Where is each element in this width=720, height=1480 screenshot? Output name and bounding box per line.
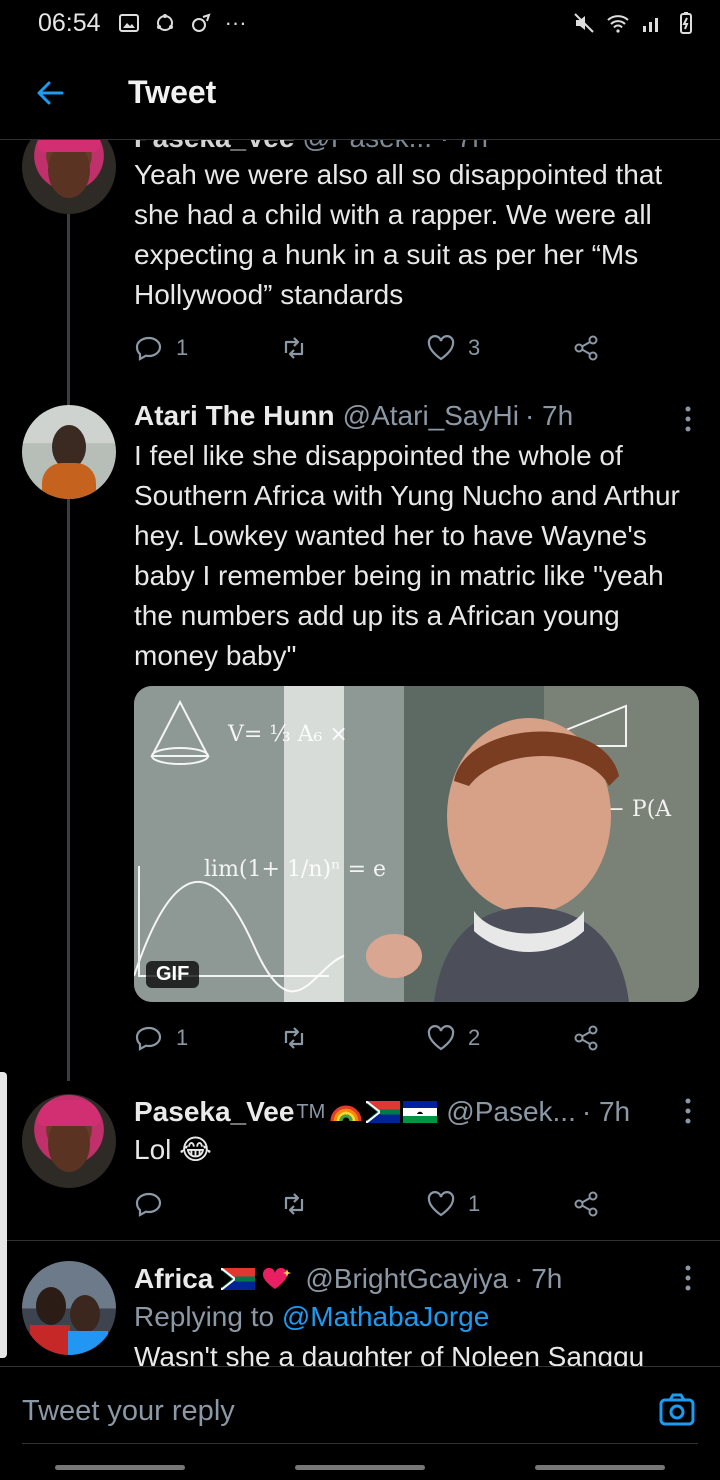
like-button[interactable]: 3 — [426, 333, 480, 363]
page-title: Tweet — [128, 74, 217, 110]
svg-text:lim(1+ 1/n)ⁿ = e: lim(1+ 1/n)ⁿ = e — [204, 857, 386, 882]
author-handle: @Pasek... — [446, 1096, 576, 1127]
reply-count: 1 — [176, 335, 189, 360]
author-handle: @Atari_SayHi — [342, 400, 519, 431]
more-icon[interactable] — [684, 1098, 692, 1124]
tweet-time: · 7h — [514, 1263, 563, 1294]
top-app-bar: Tweet — [0, 46, 720, 140]
reply-input[interactable]: Tweet your reply — [22, 1395, 235, 1428]
replying-to-label: Replying to — [134, 1301, 275, 1332]
tweet-time: · 7h — [524, 400, 574, 431]
replying-to-link[interactable]: @MathabaJorge — [282, 1301, 489, 1332]
retweet-icon — [284, 337, 304, 359]
reply-button[interactable]: 1 — [134, 1023, 188, 1053]
avatar[interactable] — [22, 405, 116, 499]
tweet-text: I feel like she disappointed the whole o… — [134, 440, 680, 671]
retweet-button[interactable] — [279, 1189, 309, 1219]
author-name[interactable]: Atari The Hunn — [134, 400, 335, 432]
like-icon — [427, 1025, 455, 1051]
retweet-button[interactable] — [279, 333, 309, 363]
back-arrow-icon — [37, 81, 64, 104]
share-button[interactable] — [571, 1023, 601, 1053]
more-icon[interactable] — [684, 1265, 692, 1291]
tweet-item[interactable]: Paseka_Vee TM @Pasek... · 7h Lol 😂 1 — [0, 1080, 720, 1240]
svg-text:V= ⅓ A₆ ×: V= ⅓ A₆ × — [227, 722, 348, 747]
thread-line — [67, 390, 70, 405]
gif-badge: GIF — [146, 961, 200, 988]
system-nav-bar — [0, 1465, 720, 1470]
author-handle: @BrightGcayiya — [305, 1263, 509, 1294]
math-lady-gif-image: V= ⅓ A₆ × lim(1+ 1/n)ⁿ = e (Ā)= 1− P(A — [134, 686, 699, 1002]
tweet-actions: 1 3 — [134, 328, 604, 368]
share-button[interactable] — [571, 333, 601, 363]
edge-panel-handle[interactable] — [0, 1072, 7, 1358]
reply-composer: Tweet your reply — [0, 1366, 720, 1480]
back-button[interactable] — [0, 46, 100, 140]
tweet-text: Lol 😂 — [134, 1134, 212, 1165]
sparkling-heart-icon — [263, 1268, 292, 1289]
nav-recents[interactable] — [55, 1465, 185, 1470]
thread-line — [67, 214, 70, 394]
rainbow-icon — [330, 1105, 362, 1122]
reply-input-underline — [22, 1443, 698, 1444]
reply-count: 1 — [176, 1025, 189, 1050]
share-button[interactable] — [571, 1189, 601, 1219]
camera-icon[interactable] — [658, 1391, 696, 1429]
tweet-actions: 1 2 — [134, 1018, 604, 1058]
author-name[interactable]: Paseka_Vee — [134, 1096, 294, 1128]
share-icon — [574, 1025, 598, 1051]
tweet-time: · 7h — [581, 1096, 631, 1127]
like-icon — [427, 335, 455, 361]
like-count: 1 — [468, 1191, 481, 1216]
trademark-label: TM — [296, 1100, 326, 1123]
reply-icon — [135, 336, 162, 361]
share-icon — [574, 335, 598, 361]
retweet-icon — [284, 1193, 304, 1215]
replying-to-line: Replying to @MathabaJorge — [134, 1297, 698, 1337]
retweet-icon — [284, 1027, 304, 1049]
like-icon — [427, 1191, 455, 1217]
south-africa-flag-icon — [366, 1101, 401, 1123]
share-icon — [574, 1191, 598, 1217]
reply-button[interactable]: 1 — [134, 333, 188, 363]
tweet-text: Yeah we were also all so disappointed th… — [134, 159, 663, 310]
thread-line — [67, 499, 70, 1081]
reply-icon — [135, 1192, 162, 1217]
like-count: 3 — [468, 335, 481, 360]
south-africa-flag-icon — [221, 1268, 256, 1290]
gif-media[interactable]: V= ⅓ A₆ × lim(1+ 1/n)ⁿ = e (Ā)= 1− P(A G… — [134, 686, 699, 1002]
author-name[interactable]: Africa — [134, 1263, 213, 1295]
tweet-item[interactable]: Africa @BrightGcayiya · 7h Replying to @… — [0, 1241, 720, 1366]
like-count: 2 — [468, 1025, 481, 1050]
avatar[interactable] — [22, 1094, 116, 1188]
like-button[interactable]: 2 — [426, 1023, 480, 1053]
tweet-text: Wasn't she a daughter of Noleen Sangqu — [134, 1341, 645, 1366]
like-button[interactable]: 1 — [426, 1189, 480, 1219]
avatar[interactable] — [22, 1261, 116, 1355]
lesotho-flag-icon — [403, 1101, 438, 1123]
more-icon[interactable] — [684, 406, 692, 432]
tweet-actions: 1 — [134, 1184, 604, 1224]
retweet-button[interactable] — [279, 1023, 309, 1053]
nav-back[interactable] — [535, 1465, 665, 1470]
reply-button[interactable] — [134, 1189, 164, 1219]
nav-home[interactable] — [295, 1465, 425, 1470]
reply-icon — [135, 1026, 162, 1051]
